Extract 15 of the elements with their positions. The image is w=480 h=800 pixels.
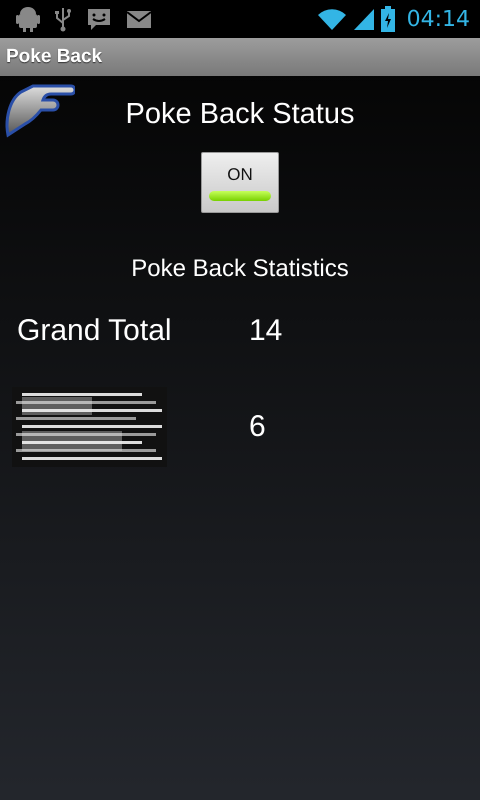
- stat-value: 14: [249, 314, 282, 348]
- window-title: Poke Back: [6, 46, 102, 68]
- toggle-button[interactable]: ON: [201, 152, 279, 213]
- clock-time: 04:14: [406, 6, 470, 32]
- status-heading: Poke Back Status: [126, 98, 354, 130]
- stat-value: 6: [249, 410, 266, 444]
- statistics-heading: Poke Back Statistics: [130, 255, 350, 283]
- wifi-icon: [316, 7, 347, 31]
- signal-icon: [352, 7, 375, 31]
- usb-icon: [54, 6, 72, 32]
- chat-icon: [86, 6, 112, 32]
- stat-label: Grand Total: [16, 314, 172, 348]
- android-debug-icon: [16, 6, 40, 32]
- battery-icon: [380, 6, 395, 32]
- mail-icon: [126, 8, 152, 30]
